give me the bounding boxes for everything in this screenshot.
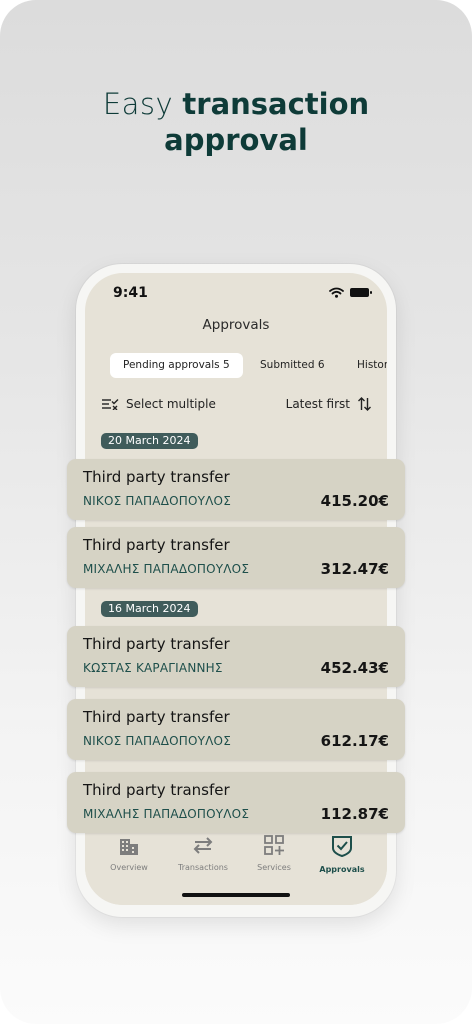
approval-tabs: Pending approvals 5 Submitted 6 History: [109, 353, 387, 378]
transaction-title: Third party transfer: [83, 468, 230, 486]
transaction-amount: 612.17€: [320, 732, 389, 750]
transaction-card[interactable]: Third party transfer ΜΙΧΑΛΗΣ ΠΑΠΑΔΟΠΟΥΛΟ…: [67, 772, 405, 833]
transaction-card[interactable]: Third party transfer ΝΙΚΟΣ ΠΑΠΑΔΟΠΟΥΛΟΣ …: [67, 459, 405, 520]
sort-button[interactable]: Latest first: [286, 397, 371, 411]
tabbar-item-transactions[interactable]: Transactions: [173, 835, 233, 872]
tab-history[interactable]: History: [357, 353, 387, 378]
transaction-payee: ΝΙΚΟΣ ΠΑΠΑΔΟΠΟΥΛΟΣ: [83, 734, 231, 748]
transaction-amount: 312.47€: [320, 560, 389, 578]
status-icons: [329, 287, 372, 298]
status-time: 9:41: [113, 285, 148, 301]
headline-bold-second-line: approval: [164, 123, 308, 157]
transaction-card[interactable]: Third party transfer ΚΩΣΤΑΣ ΚΑΡΑΓΙΑΝΝΗΣ …: [67, 626, 405, 687]
shield-check-icon: [332, 836, 352, 858]
bottom-tab-bar: Overview Transactions Services Approvals: [85, 825, 387, 905]
headline-bold: transaction: [182, 87, 370, 121]
tabbar-item-approvals[interactable]: Approvals: [312, 835, 372, 874]
battery-icon: [350, 288, 372, 297]
transfer-arrows-icon: [193, 837, 213, 854]
transaction-amount: 112.87€: [320, 805, 389, 823]
headline: Easy transaction approval: [0, 86, 472, 158]
tab-pending-approvals[interactable]: Pending approvals 5: [110, 353, 243, 378]
wifi-icon: [329, 287, 344, 298]
date-group-label: 20 March 2024: [101, 433, 198, 449]
transaction-amount: 415.20€: [320, 492, 389, 510]
date-group-label: 16 March 2024: [101, 601, 198, 617]
transaction-title: Third party transfer: [83, 708, 230, 726]
transaction-payee: ΜΙΧΑΛΗΣ ΠΑΠΑΔΟΠΟΥΛΟΣ: [83, 562, 250, 576]
transaction-title: Third party transfer: [83, 781, 230, 799]
transaction-card[interactable]: Third party transfer ΜΙΧΑΛΗΣ ΠΑΠΑΔΟΠΟΥΛΟ…: [67, 527, 405, 588]
screen-title: Approvals: [202, 317, 270, 333]
transaction-payee: ΝΙΚΟΣ ΠΑΠΑΔΟΠΟΥΛΟΣ: [83, 494, 231, 508]
select-multiple-button[interactable]: Select multiple: [102, 397, 216, 411]
headline-light: Easy: [102, 87, 174, 121]
tabbar-item-services[interactable]: Services: [244, 835, 304, 872]
transaction-amount: 452.43€: [320, 659, 389, 677]
home-indicator: [182, 893, 290, 897]
select-multiple-label: Select multiple: [126, 397, 216, 411]
sort-label: Latest first: [285, 397, 350, 411]
transaction-payee: ΜΙΧΑΛΗΣ ΠΑΠΑΔΟΠΟΥΛΟΣ: [83, 807, 250, 821]
tabbar-label: Transactions: [178, 863, 228, 872]
transaction-title: Third party transfer: [83, 635, 230, 653]
building-icon: [120, 839, 138, 855]
tabbar-item-overview[interactable]: Overview: [99, 835, 159, 872]
select-multiple-icon: [102, 399, 119, 410]
transaction-card[interactable]: Third party transfer ΝΙΚΟΣ ΠΑΠΑΔΟΠΟΥΛΟΣ …: [67, 699, 405, 760]
transaction-payee: ΚΩΣΤΑΣ ΚΑΡΑΓΙΑΝΝΗΣ: [83, 661, 223, 675]
list-toolbar: Select multiple Latest first: [102, 397, 371, 415]
transaction-title: Third party transfer: [83, 536, 230, 554]
grid-plus-icon: [264, 835, 284, 855]
tab-submitted[interactable]: Submitted 6: [260, 353, 325, 378]
tabbar-label: Overview: [110, 863, 148, 872]
tabbar-label: Approvals: [319, 865, 365, 874]
sort-arrows-icon: [358, 397, 371, 411]
tabbar-label: Services: [257, 863, 291, 872]
